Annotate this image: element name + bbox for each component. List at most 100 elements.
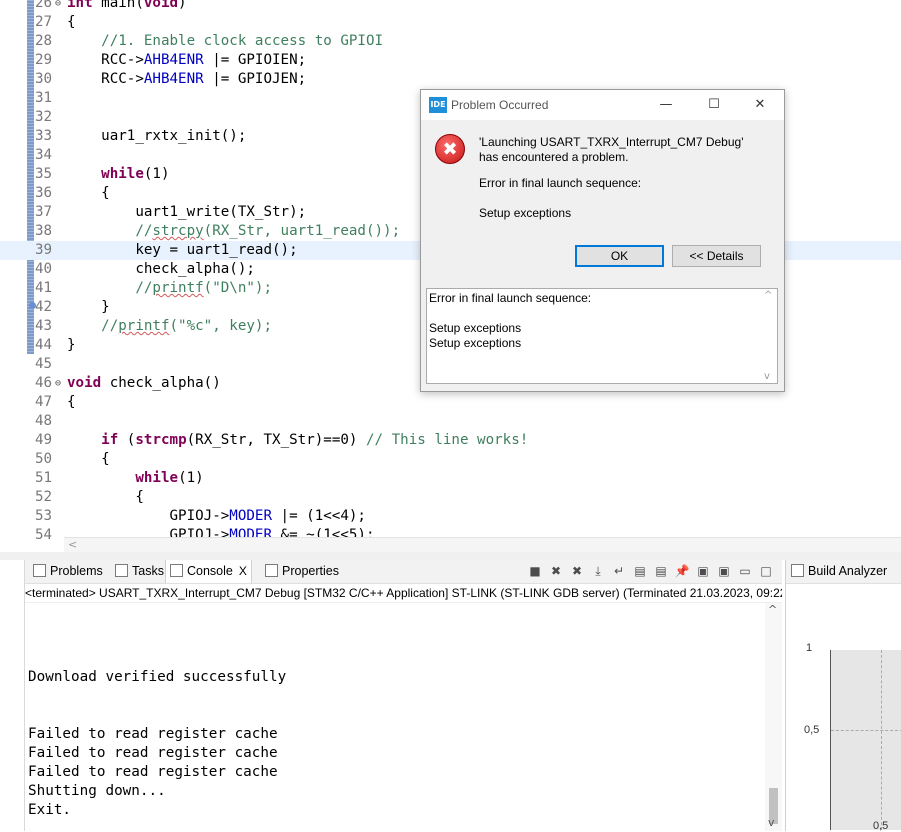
console-output[interactable]: Download verified successfully Failed to … — [25, 603, 765, 831]
code-text: RCC->AHB4ENR |= GPIOJEN; — [67, 70, 306, 89]
display-selected-console-icon[interactable]: ▣ — [695, 563, 711, 579]
line-number: 48 — [35, 413, 53, 429]
code-line[interactable]: 49 if (strcmp(RX_Str, TX_Str)==0) // Thi… — [0, 431, 901, 450]
code-token: |= GPIOJEN; — [203, 71, 307, 87]
tab-console[interactable]: Console X — [165, 560, 252, 583]
scroll-up-icon[interactable]: ^ — [764, 290, 772, 301]
dialog-title: Problem Occurred — [451, 98, 549, 112]
line-number: 45 — [35, 356, 53, 372]
ok-button[interactable]: OK — [575, 245, 664, 267]
code-line[interactable]: 29 RCC->AHB4ENR |= GPIOIEN; — [0, 51, 901, 70]
breakpoint-marker-icon[interactable] — [29, 302, 36, 309]
code-token: ( — [118, 432, 136, 448]
line-number: 33 — [35, 128, 53, 144]
line-number: 30 — [35, 71, 53, 87]
code-token: } — [67, 337, 76, 353]
code-line[interactable]: 27 { — [0, 13, 901, 32]
open-console-icon[interactable]: ▣ — [716, 563, 732, 579]
code-text: { — [67, 13, 76, 32]
code-line[interactable]: 53 GPIOJ->MODER |= (1<<4); — [0, 507, 901, 526]
line-number: 37 — [35, 204, 53, 220]
terminate-icon[interactable]: ■ — [527, 563, 543, 579]
build-analyzer-icon — [791, 564, 804, 577]
console-line: Failed to read register cache — [28, 764, 278, 780]
scroll-down-icon[interactable]: v — [768, 816, 775, 829]
code-text: { — [67, 488, 144, 507]
code-token: while — [135, 470, 179, 486]
tab-build-analyzer[interactable]: Build Analyzer — [791, 560, 887, 583]
remove-all-terminated-icon[interactable]: ✖ — [569, 563, 585, 579]
code-line[interactable]: 50 { — [0, 450, 901, 469]
dialog-status: Setup exceptions — [479, 206, 572, 220]
tab-problems[interactable]: Problems — [29, 560, 107, 583]
code-token: while — [101, 166, 144, 182]
editor-console-sash[interactable] — [0, 552, 901, 560]
error-icon: ✖ — [435, 134, 465, 164]
fold-toggle-icon[interactable]: ⊖ — [55, 0, 61, 13]
scroll-up-icon[interactable]: ^ — [768, 603, 777, 616]
minimize-icon[interactable]: ▭ — [737, 563, 753, 579]
close-tab-icon[interactable]: X — [239, 564, 247, 578]
line-number: 35 — [35, 166, 53, 182]
close-button[interactable]: ✕ — [745, 95, 775, 115]
scroll-left-icon[interactable]: < — [68, 538, 77, 551]
code-token: key = uart1_read(); — [67, 242, 298, 258]
show-on-stderr-icon[interactable]: ▤ — [653, 563, 669, 579]
code-token: |= GPIOIEN; — [203, 52, 307, 68]
maximize-icon[interactable]: □ — [758, 563, 774, 579]
code-token: |= (1<<4); — [272, 508, 366, 524]
code-token: GPIOJ-> — [67, 508, 230, 524]
line-number: 50 — [35, 451, 53, 467]
code-text: void check_alpha() — [67, 374, 221, 393]
code-token: { — [67, 14, 76, 30]
code-line[interactable]: 51 while(1) — [0, 469, 901, 488]
line-number: 29 — [35, 52, 53, 68]
scroll-down-icon[interactable]: v — [764, 371, 770, 382]
console-vertical-scrollbar[interactable]: ^ v — [765, 603, 782, 831]
console-line: Shutting down... — [28, 783, 166, 799]
fold-toggle-icon[interactable]: ⊖ — [55, 374, 61, 393]
code-token: uar1_rxtx_init(); — [67, 128, 247, 144]
maximize-button[interactable]: ☐ — [699, 95, 729, 115]
tab-tasks[interactable]: Tasks — [111, 560, 168, 583]
line-number: 49 — [35, 432, 53, 448]
line-number: 32 — [35, 109, 53, 125]
tab-properties[interactable]: Properties — [261, 560, 343, 583]
details-button[interactable]: << Details — [672, 245, 761, 267]
details-scrollbar[interactable]: ^ v — [762, 289, 777, 383]
word-wrap-icon[interactable]: ↵ — [611, 563, 627, 579]
problems-icon — [33, 564, 46, 577]
pin-console-icon[interactable]: 📌 — [674, 563, 690, 579]
view-tab-bar: Problems Tasks Console X Properties ■ ✖ ✖ ⤓ ↵ ▤ ▤ 📌… — [25, 560, 782, 584]
code-line[interactable]: 26 ⊖ int main(void) — [0, 0, 901, 13]
code-line[interactable]: 30 RCC->AHB4ENR |= GPIOJEN; — [0, 70, 901, 89]
code-line[interactable]: 52 { — [0, 488, 901, 507]
show-on-stdout-icon[interactable]: ▤ — [632, 563, 648, 579]
line-number: 44 — [35, 337, 53, 353]
properties-icon — [265, 564, 278, 577]
details-text-area[interactable]: Error in final launch sequence: Setup exc… — [426, 288, 778, 384]
code-token: (1) — [178, 470, 204, 486]
console-line: Download verified successfully — [28, 669, 287, 685]
dialog-title-bar[interactable]: IDE Problem Occurred — ☐ ✕ — [421, 90, 784, 120]
code-token: int — [67, 0, 93, 11]
code-token: (RX_Str, TX_Str)==0) — [186, 432, 366, 448]
code-token: ) — [178, 0, 187, 11]
code-token: // — [67, 223, 153, 239]
remove-launch-icon[interactable]: ✖ — [548, 563, 564, 579]
details-line: Setup exceptions — [429, 321, 522, 335]
code-text: } — [67, 298, 110, 317]
minimize-button[interactable]: — — [651, 95, 681, 115]
line-number: 43 — [35, 318, 53, 334]
code-token: printf — [152, 280, 204, 296]
code-line[interactable]: 28 //1. Enable clock access to GPIOI — [0, 32, 901, 51]
tab-label: Properties — [282, 564, 339, 578]
editor-horizontal-scrollbar[interactable]: < — [64, 537, 901, 552]
code-token: void — [143, 0, 179, 11]
code-text: //strcpy(RX_Str, uart1_read()); — [67, 222, 400, 241]
code-line[interactable]: 47 { — [0, 393, 901, 412]
code-line[interactable]: 48 — [0, 412, 901, 431]
scroll-lock-icon[interactable]: ⤓ — [590, 563, 606, 579]
